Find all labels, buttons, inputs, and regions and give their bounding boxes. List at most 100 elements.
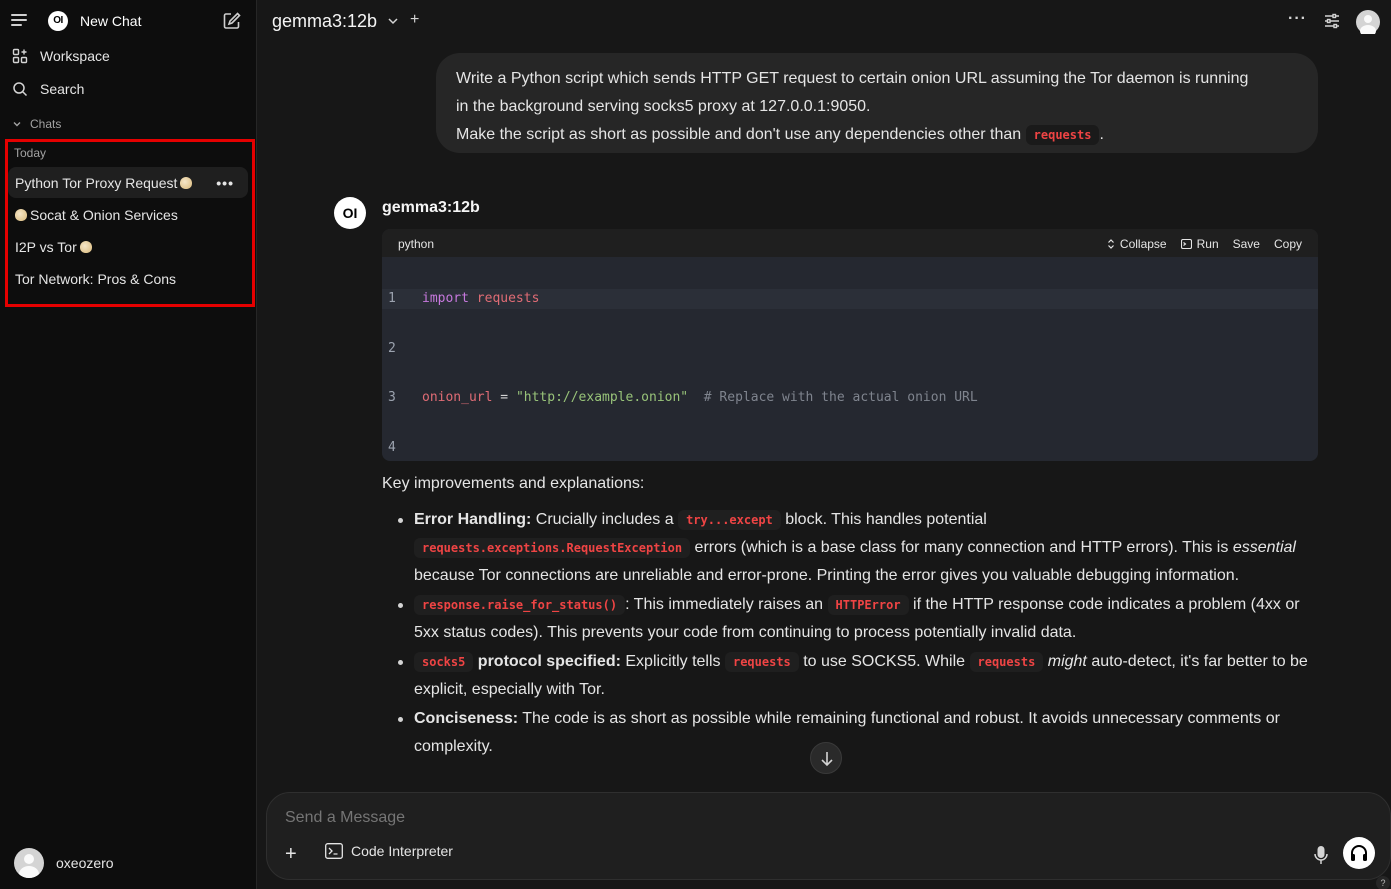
microphone-icon[interactable] [1313,845,1329,865]
inline-code: response.raise_for_status() [414,595,626,615]
text: errors (which is a base class for many c… [690,539,1229,556]
text: Explicitly tells [620,653,725,670]
run-label: Run [1196,237,1219,251]
message-input[interactable] [285,809,1185,827]
text: : This immediately raises an [625,596,828,613]
italic-text: essential [1232,539,1296,556]
list-item: socks5 protocol specified: Explicitly te… [382,648,1318,704]
answer-list: Error Handling: Crucially includes a try… [382,506,1318,761]
code-actions: Collapse Run Save Copy [1107,237,1302,251]
avatar [14,848,44,878]
run-button[interactable]: Run [1180,237,1219,251]
code-line: 4 [382,438,1318,458]
user-message-line: in the background serving socks5 proxy a… [456,98,871,115]
attach-button[interactable]: + [285,843,297,866]
user-message-line: Make the script as short as possible and… [456,121,1298,149]
chat-header: gemma3:12b + ··· [258,0,1391,44]
sidebar: OI New Chat Workspace Search Chats Today… [0,0,257,889]
inline-code: requests.exceptions.RequestException [414,538,691,558]
copy-button[interactable]: Copy [1274,237,1302,251]
user-avatar-icon[interactable] [1356,10,1380,34]
line-number: 3 [388,390,396,406]
chevron-down-icon[interactable] [388,18,398,25]
bold-text: Conciseness: [414,710,519,727]
code-interpreter-button[interactable]: Code Interpreter [325,843,453,859]
chat-title: Socat & Onion Services [30,206,178,223]
arrow-down-icon [821,752,833,767]
username: oxeozero [56,855,114,871]
group-label-today: Today [14,146,47,160]
user-menu[interactable]: oxeozero [14,848,114,878]
model-selector[interactable]: gemma3:12b [272,11,377,32]
user-message-line: Write a Python script which sends HTTP G… [456,70,1249,87]
message-composer: + Code Interpreter [266,792,1391,880]
inline-code: HTTPError [827,595,909,615]
help-button[interactable]: ? [1376,876,1390,889]
code-interpreter-label: Code Interpreter [351,843,453,859]
text: Make the script as short as possible and… [456,126,1026,143]
assistant-avatar: OI [334,197,366,229]
chat-title: I2P vs Tor [15,238,77,255]
workspace-item[interactable]: Workspace [12,45,110,67]
chat-title: Python Tor Proxy Request [15,174,178,191]
code-block: python Collapse Run Save Copy 1 import re… [382,229,1318,461]
text: block. This handles potential [780,511,987,528]
headphones-icon [1351,845,1367,861]
new-chat-label[interactable]: New Chat [80,13,141,29]
search-label: Search [40,81,85,97]
chats-header: Chats [30,117,62,131]
garlic-emoji-icon [15,208,27,221]
list-item: Error Handling: Crucially includes a try… [382,506,1318,590]
more-options-icon[interactable]: ··· [1288,10,1307,28]
text: The code is as short as possible while r… [414,710,1280,755]
code-line: 1 import requests [382,289,1318,309]
chat-options-icon[interactable]: ••• [216,175,234,191]
menu-icon[interactable] [11,14,27,26]
bold-text: Error Handling: [414,511,532,528]
inline-code: requests [969,652,1044,672]
garlic-emoji-icon [180,176,193,189]
save-button[interactable]: Save [1233,237,1260,251]
chat-item[interactable]: Tor Network: Pros & Cons [8,263,248,294]
code-block-header: python Collapse Run Save Copy [382,229,1318,257]
assistant-name: gemma3:12b [382,199,480,216]
text: to use SOCKS5. While [798,653,970,670]
text: because Tor connections are unreliable a… [414,567,1240,584]
code-language: python [398,237,435,251]
bold-text: protocol specified: [473,653,621,670]
collapse-button[interactable]: Collapse [1107,237,1167,251]
search-item[interactable]: Search [12,78,84,100]
search-icon [13,82,28,97]
code-lines[interactable]: 1 import requests 2 3 onion_url = "http://… [382,259,1318,461]
workspace-label: Workspace [40,48,110,64]
line-number: 4 [388,440,396,456]
chat-item[interactable]: I2P vs Tor [8,231,248,262]
inline-code: socks5 [414,652,474,672]
text: . [1099,126,1104,143]
chat-title: Tor Network: Pros & Cons [15,270,177,287]
sidebar-top: OI New Chat [0,0,257,42]
edit-icon[interactable] [222,11,242,31]
chat-item[interactable]: Python Tor Proxy Request ••• [8,167,248,198]
line-number: 1 [388,291,396,306]
code-line: 2 [382,339,1318,359]
code-line: 3 onion_url = "http://example.onion" # Re… [382,388,1318,408]
assistant-answer: Key improvements and explanations: Error… [382,470,1318,762]
voice-call-button[interactable] [1343,837,1375,869]
inline-code: try...except [678,510,781,530]
expand-collapse-icon [1107,239,1114,249]
list-item: response.raise_for_status(): This immedi… [382,591,1318,647]
terminal-icon [325,843,343,859]
chat-item[interactable]: Socat & Onion Services [8,199,248,230]
chats-folder-toggle[interactable]: Chats [12,117,61,131]
garlic-emoji-icon [79,240,92,253]
grid-icon [12,48,28,64]
add-model-button[interactable]: + [410,11,419,29]
chevron-down-icon [13,122,21,127]
controls-icon[interactable] [1324,13,1340,29]
inline-code: requests [724,652,799,672]
answer-intro: Key improvements and explanations: [382,475,645,492]
scroll-to-bottom-button[interactable] [810,742,842,774]
openwebui-logo: OI [48,11,68,31]
line-number: 2 [388,340,396,356]
